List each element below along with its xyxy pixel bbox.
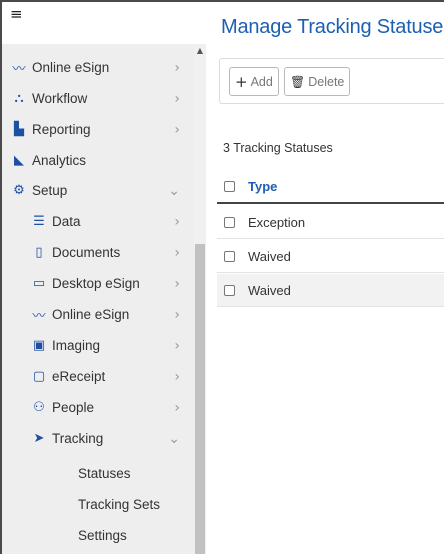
table-header-row: Type [217, 171, 444, 204]
cell-type: Exception [248, 214, 306, 230]
chevron-right-icon: › [174, 275, 180, 292]
sidebar-item-analytics[interactable]: ◣ Analytics [2, 145, 194, 176]
sidebar-item-label: Online eSign [32, 60, 110, 75]
table-row[interactable]: Waived [217, 274, 444, 307]
sidebar-item-desktop-esign[interactable]: ▭ Desktop eSign › [2, 268, 194, 299]
sidebar-item-label: Desktop eSign [52, 276, 140, 291]
record-count: 3 Tracking Statuses [223, 141, 333, 155]
delete-button[interactable]: 🗑 Delete [284, 67, 351, 96]
sidebar-item-settings[interactable]: Settings [2, 520, 194, 551]
sidebar-item-label: People [52, 400, 95, 415]
delete-button-label: Delete [308, 74, 345, 89]
sidebar-scrollbar[interactable]: ▲ [194, 44, 206, 554]
sidebar-item-reporting[interactable]: ▙ Reporting › [2, 114, 194, 145]
users-icon: ⚇ [33, 400, 45, 415]
file-icon: ▙ [14, 122, 24, 137]
row-checkbox[interactable] [224, 216, 235, 228]
chevron-right-icon: › [174, 368, 180, 385]
menu-header: ≡ [2, 2, 206, 44]
row-checkbox[interactable] [224, 284, 235, 296]
chevron-right-icon: › [174, 213, 180, 230]
desktop-icon: ▭ [32, 276, 46, 291]
table-row[interactable]: Waived [217, 240, 444, 273]
chevron-right-icon: › [174, 59, 180, 76]
column-header-type[interactable]: Type [248, 179, 277, 194]
plus-icon: + [235, 72, 248, 91]
sidebar-item-tracking[interactable]: ➤ Tracking ⌄ [2, 423, 194, 454]
sidebar-item-workflow[interactable]: ⛬ Workflow › [2, 83, 194, 114]
add-button[interactable]: + Add [229, 67, 279, 96]
main-content: Manage Tracking Statuses + Add 🗑 Delete … [207, 2, 444, 554]
chevron-down-icon: ⌄ [168, 430, 180, 447]
sidebar-item-label: Workflow [32, 91, 88, 106]
row-checkbox[interactable] [224, 250, 235, 262]
gear-icon: ⚙ [13, 183, 25, 198]
sitemap-icon: ⛬ [14, 91, 24, 106]
scrollbar-thumb[interactable] [195, 244, 205, 554]
sidebar-item-label: Online eSign [52, 307, 130, 322]
chevron-right-icon: › [174, 399, 180, 416]
location-arrow-icon: ➤ [33, 431, 45, 446]
sidebar-item-label: Analytics [32, 153, 87, 168]
hamburger-menu-icon[interactable]: ≡ [10, 7, 23, 22]
chevron-right-icon: › [174, 244, 180, 261]
signature-icon: 〰 [12, 62, 26, 77]
sidebar-item-label: Imaging [52, 338, 101, 353]
scroll-up-arrow-icon[interactable]: ▲ [194, 46, 206, 56]
sidebar-item-label: eReceipt [52, 369, 106, 384]
sidebar-item-setup[interactable]: ⚙ Setup ⌄ [2, 175, 194, 206]
sidebar-item-online-esign-setup[interactable]: 〰 Online eSign › [2, 299, 194, 330]
table-row[interactable]: Exception [217, 206, 444, 239]
sidebar: ≡ 〰 Online eSign › ⛬ Workflow › ▙ Report… [2, 2, 206, 554]
trash-icon: 🗑 [290, 74, 306, 89]
clipboard-icon: ▯ [35, 245, 43, 260]
database-icon: ☰ [33, 214, 45, 229]
sidebar-item-statuses[interactable]: Statuses [2, 458, 194, 489]
chevron-right-icon: › [174, 90, 180, 107]
sidebar-item-tracking-sets[interactable]: Tracking Sets [2, 489, 194, 520]
sidebar-item-label: Tracking Sets [78, 497, 161, 512]
sidebar-item-label: Statuses [78, 466, 131, 481]
chevron-down-icon: ⌄ [168, 182, 180, 199]
sidebar-item-label: Setup [32, 183, 68, 198]
image-icon: ▣ [32, 338, 46, 353]
chevron-right-icon: › [174, 121, 180, 138]
select-all-checkbox[interactable] [224, 181, 235, 192]
page-title: Manage Tracking Statuses [221, 16, 444, 38]
sidebar-item-label: Settings [78, 528, 127, 543]
cell-type: Waived [248, 282, 291, 298]
sidebar-item-ereceipt[interactable]: ▢ eReceipt › [2, 361, 194, 392]
cell-type: Waived [248, 248, 291, 264]
sidebar-item-data[interactable]: ☰ Data › [2, 206, 194, 237]
sidebar-item-imaging[interactable]: ▣ Imaging › [2, 330, 194, 361]
chevron-right-icon: › [174, 306, 180, 323]
sidebar-item-documents[interactable]: ▯ Documents › [2, 237, 194, 268]
sidebar-item-label: Tracking [52, 431, 104, 446]
sidebar-item-label: Data [52, 214, 81, 229]
sidebar-item-online-esign[interactable]: 〰 Online eSign › [2, 52, 194, 83]
sidebar-item-people[interactable]: ⚇ People › [2, 392, 194, 423]
receipt-icon: ▢ [32, 369, 46, 384]
toolbar: + Add 🗑 Delete [219, 58, 444, 104]
signature-icon: 〰 [32, 309, 46, 324]
sidebar-item-label: Documents [52, 245, 121, 260]
chevron-right-icon: › [174, 337, 180, 354]
add-button-label: Add [250, 74, 273, 89]
area-chart-icon: ◣ [14, 153, 24, 168]
sidebar-item-label: Reporting [32, 122, 91, 137]
